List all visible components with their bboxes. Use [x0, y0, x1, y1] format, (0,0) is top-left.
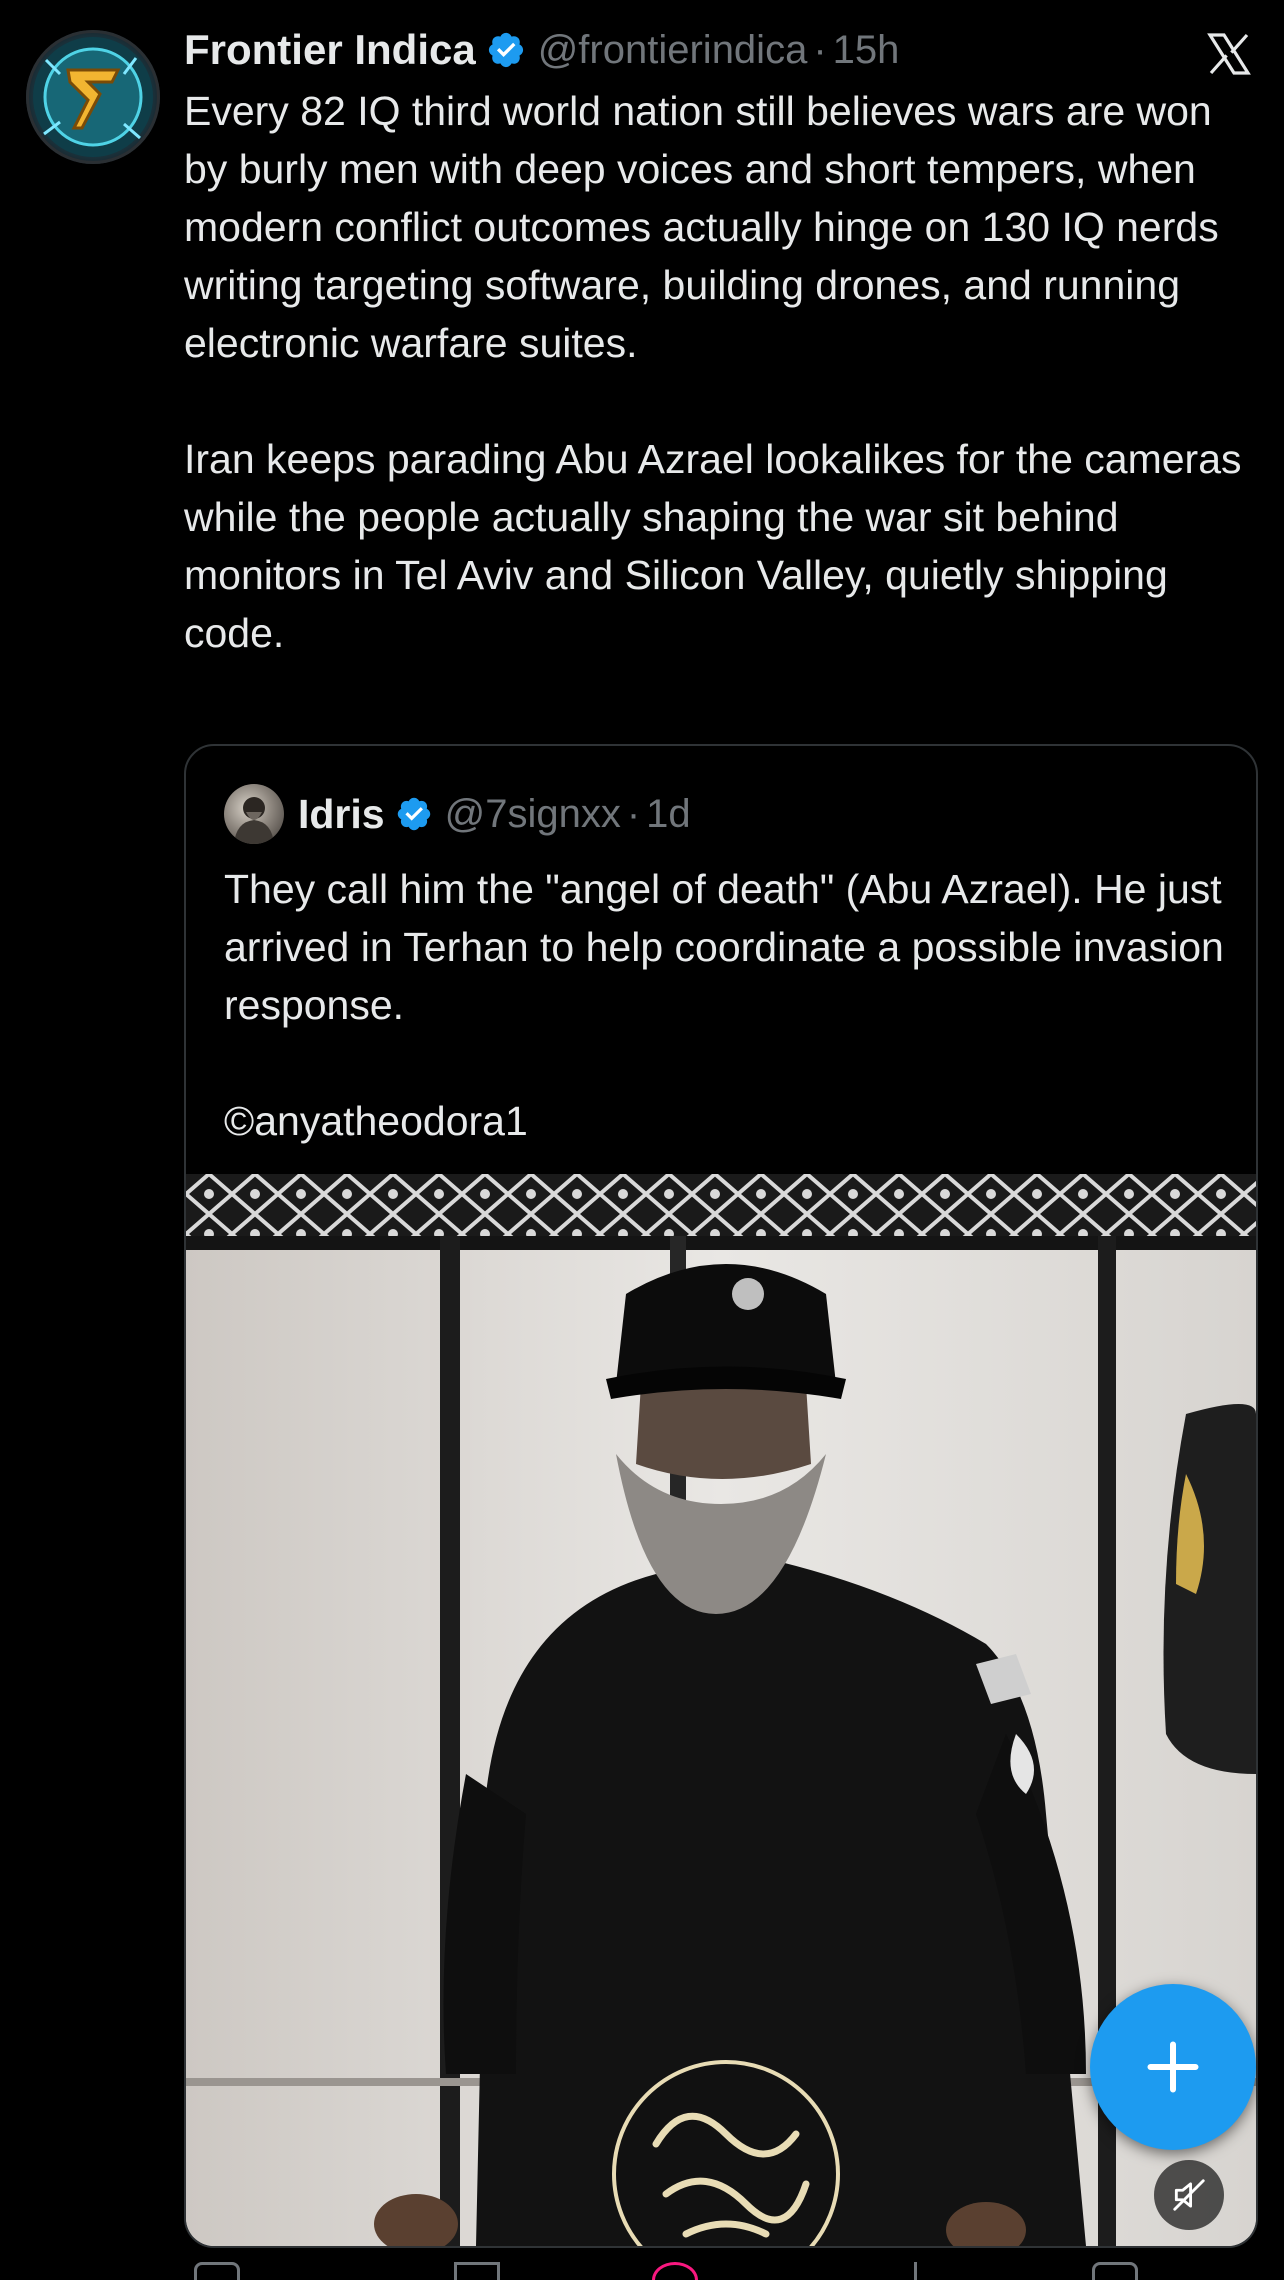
tweet-text: Every 82 IQ third world nation still bel… — [184, 88, 1242, 656]
author-handle[interactable]: @frontierindica — [538, 28, 808, 73]
tweet-action-bar — [184, 2262, 1254, 2280]
quoted-author-name[interactable]: Idris — [298, 791, 385, 838]
quoted-author-avatar[interactable] — [224, 784, 284, 844]
author-avatar[interactable] — [26, 30, 160, 164]
verified-badge-icon — [488, 32, 523, 68]
quoted-tweet-header: Idris @7signxx · 1d — [224, 784, 691, 844]
x-logo-icon[interactable] — [1204, 30, 1254, 78]
compose-button[interactable] — [1090, 1984, 1256, 2150]
verified-badge-icon — [397, 797, 430, 831]
video-mute-toggle[interactable] — [1154, 2160, 1224, 2230]
separator-dot: · — [626, 791, 641, 836]
quoted-tweet-card[interactable]: Idris @7signxx · 1d They call him the "a… — [184, 744, 1258, 2248]
quoted-tweet-text: They call him the "angel of death" (Abu … — [224, 866, 1224, 1144]
tweet-header: Frontier Indica @frontierindica · 15h — [184, 22, 899, 78]
retweet-icon[interactable] — [454, 2262, 500, 2280]
reply-icon[interactable] — [194, 2262, 240, 2280]
bookmark-icon[interactable] — [1092, 2262, 1138, 2280]
separator-dot: · — [813, 27, 827, 72]
like-icon[interactable] — [652, 2262, 698, 2280]
views-icon[interactable] — [874, 2262, 917, 2280]
quoted-author-handle[interactable]: @7signxx — [445, 792, 621, 837]
quoted-tweet-time[interactable]: 1d — [646, 792, 691, 837]
muted-speaker-icon — [1173, 2179, 1205, 2211]
author-name[interactable]: Frontier Indica — [184, 26, 476, 74]
tweet-time[interactable]: 15h — [833, 28, 900, 73]
plus-icon — [1147, 2041, 1199, 2093]
